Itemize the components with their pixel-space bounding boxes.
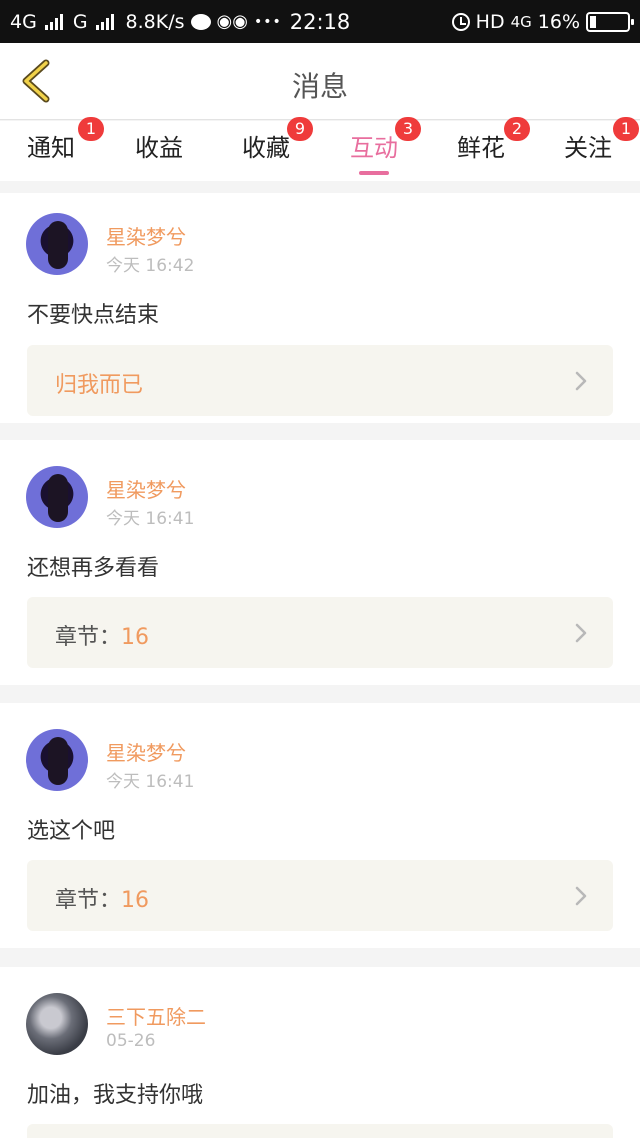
message-card: 星染梦兮 今天 16:41 选这个吧 章节：16: [0, 703, 640, 948]
status-bar: 4G G 8.8K/s ◉◉ ••• 22:18 HD 4G 16%: [0, 0, 640, 43]
post-time: 05-26: [106, 1031, 156, 1051]
reference-link[interactable]: 归我而已: [27, 345, 613, 416]
message-icon: [190, 13, 211, 30]
network-speed: 8.8K/s: [125, 10, 185, 33]
avatar[interactable]: [26, 993, 88, 1055]
chapter-label: 章节：16: [55, 882, 149, 914]
chapter-link[interactable]: 章节：16: [27, 597, 613, 668]
chevron-right-icon: [575, 371, 587, 391]
wechat-icon: ◉◉: [216, 11, 248, 32]
page-title: 消息: [291, 70, 348, 103]
chapter-label: 章节：16: [55, 619, 149, 651]
avatar[interactable]: [26, 213, 88, 275]
post-time: 今天 16:41: [106, 772, 195, 792]
user-name[interactable]: 星染梦兮: [106, 221, 186, 250]
user-name[interactable]: 星染梦兮: [106, 737, 186, 766]
message-content: 不要快点结束: [27, 303, 160, 328]
signal-icon: [44, 13, 63, 30]
avatar[interactable]: [26, 729, 88, 791]
network-type-1: 4G: [10, 10, 37, 33]
tab-badge: 1: [613, 117, 639, 141]
message-card: 星染梦兮 今天 16:42 不要快点结束 归我而已: [0, 193, 640, 423]
more-dots: •••: [253, 13, 282, 30]
tab-interaction[interactable]: 互动 3: [329, 117, 421, 181]
avatar[interactable]: [26, 466, 88, 528]
tab-bar: 通知 1 收益 收藏 9 互动 3 鲜花 2 关注 1: [0, 117, 640, 181]
chapter-link[interactable]: 章节：16: [27, 860, 613, 931]
battery-fill: [590, 15, 596, 28]
message-content: 加油，我支持你哦: [27, 1083, 204, 1108]
header: 消息: [0, 43, 640, 120]
message-card: 星染梦兮 今天 16:41 还想再多看看 章节：16: [0, 440, 640, 685]
message-card: 三下五除二 05-26 加油，我支持你哦: [0, 967, 640, 1138]
alarm-icon: [451, 12, 470, 31]
chapter-number: 16: [121, 888, 150, 913]
user-name[interactable]: 三下五除二: [106, 1001, 206, 1030]
tab-follow[interactable]: 关注 1: [543, 117, 639, 181]
user-name[interactable]: 星染梦兮: [106, 474, 186, 503]
hd-indicator: HD: [475, 10, 505, 33]
tab-badge: 3: [395, 117, 421, 141]
post-time: 今天 16:42: [106, 256, 195, 276]
reference-title: 归我而已: [55, 373, 144, 398]
battery-percent: 16%: [537, 10, 580, 33]
tab-label: 收益: [135, 134, 183, 162]
message-content: 还想再多看看: [27, 556, 160, 581]
tab-earnings[interactable]: 收益: [114, 121, 204, 181]
reference-link[interactable]: [27, 1124, 613, 1138]
chevron-right-icon: [575, 886, 587, 906]
network-type-3: 4G: [510, 12, 532, 31]
tab-badge: 9: [287, 117, 313, 141]
tab-badge: 2: [504, 117, 530, 141]
battery-icon: [586, 11, 634, 32]
post-time: 今天 16:41: [106, 509, 195, 529]
chapter-prefix: 章节：: [55, 888, 122, 913]
chevron-right-icon: [575, 623, 587, 643]
chapter-number: 16: [121, 625, 150, 650]
active-tab-indicator: [359, 171, 389, 175]
network-type-2: G: [72, 10, 88, 33]
message-content: 选这个吧: [27, 819, 116, 844]
tab-flowers[interactable]: 鲜花 2: [436, 117, 530, 181]
signal-icon-2: [95, 13, 114, 30]
tab-notice[interactable]: 通知 1: [6, 117, 104, 181]
tab-badge: 1: [78, 117, 104, 141]
tab-favorites[interactable]: 收藏 9: [221, 117, 313, 181]
chapter-prefix: 章节：: [55, 625, 122, 650]
